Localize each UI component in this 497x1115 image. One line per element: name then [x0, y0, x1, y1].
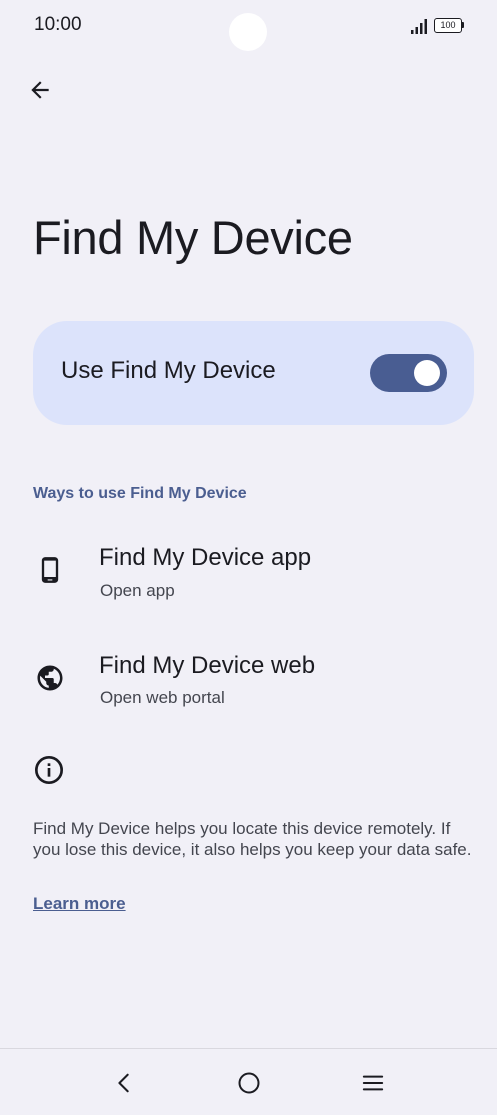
info-text: Find My Device helps you locate this dev…	[33, 819, 472, 859]
use-find-my-device-toggle-card[interactable]: Use Find My Device	[33, 321, 474, 425]
item-title: Find My Device app	[99, 544, 312, 571]
battery-level: 100	[440, 20, 456, 30]
toggle-label: Use Find My Device	[61, 357, 276, 384]
info-icon	[35, 756, 63, 784]
page-title: Find My Device	[33, 211, 353, 264]
learn-more-link[interactable]: Learn more	[33, 894, 126, 914]
switch-knob	[414, 360, 440, 386]
use-find-my-device-switch[interactable]	[370, 354, 447, 392]
nav-recents-button[interactable]	[353, 1063, 393, 1103]
camera-cutout	[229, 13, 267, 51]
navigation-bar	[0, 1048, 497, 1115]
list-item-find-my-device-app[interactable]: Find My Device app Open app	[0, 522, 497, 618]
battery-icon: 100	[434, 18, 464, 33]
globe-icon	[33, 661, 67, 695]
nav-home-icon	[238, 1072, 260, 1094]
item-subtitle: Open web portal	[100, 688, 225, 707]
back-button[interactable]	[20, 70, 60, 110]
nav-recents-icon	[362, 1075, 384, 1091]
arrow-back-icon	[31, 81, 49, 99]
section-header: Ways to use Find My Device	[33, 485, 247, 502]
signal-icon	[411, 19, 427, 34]
nav-home-button[interactable]	[229, 1063, 269, 1103]
phone-icon	[33, 553, 67, 587]
item-title: Find My Device web	[99, 652, 316, 679]
nav-back-icon	[118, 1073, 129, 1093]
status-time: 10:00	[34, 14, 82, 35]
nav-back-button[interactable]	[104, 1063, 144, 1103]
list-item-find-my-device-web[interactable]: Find My Device web Open web portal	[0, 630, 497, 726]
status-bar: 10:00 100	[0, 0, 497, 52]
item-subtitle: Open app	[100, 581, 175, 600]
